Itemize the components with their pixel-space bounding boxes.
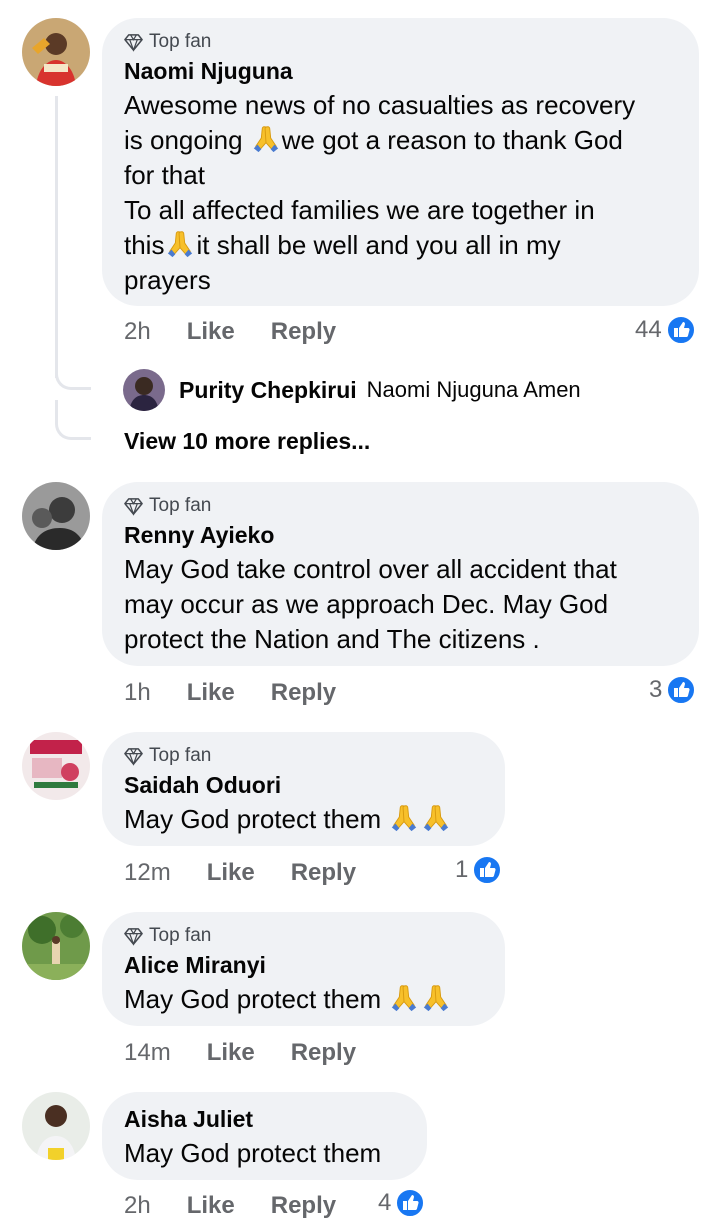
like-thumb-icon bbox=[472, 855, 502, 885]
comment-time[interactable]: 2h bbox=[124, 318, 151, 346]
badge-label: Top fan bbox=[149, 31, 212, 52]
avatar[interactable] bbox=[22, 1092, 90, 1160]
like-button[interactable]: Like bbox=[187, 1192, 235, 1220]
diamond-icon bbox=[124, 747, 143, 766]
reply-button[interactable]: Reply bbox=[271, 679, 336, 707]
folded-hands-emoji bbox=[420, 982, 452, 1012]
reply-button[interactable]: Reply bbox=[291, 1039, 356, 1067]
top-fan-badge: Top fan bbox=[124, 494, 677, 518]
diamond-icon bbox=[124, 497, 143, 516]
like-button[interactable]: Like bbox=[207, 859, 255, 887]
like-button[interactable]: Like bbox=[207, 1039, 255, 1067]
view-more-replies-link[interactable]: View 10 more replies... bbox=[124, 428, 370, 455]
comment-text-line: is ongoing bbox=[124, 125, 250, 155]
comment-text: May God protect them bbox=[124, 982, 483, 1017]
diamond-icon bbox=[124, 33, 143, 52]
comment-bubble: Top fan Naomi Njuguna Awesome news of no… bbox=[102, 18, 699, 306]
comment-author[interactable]: Aisha Juliet bbox=[124, 1104, 405, 1134]
avatar[interactable] bbox=[22, 18, 90, 86]
top-fan-badge: Top fan bbox=[124, 924, 483, 948]
comment-text: May God protect them bbox=[124, 802, 483, 837]
top-fan-badge: Top fan bbox=[124, 744, 483, 768]
avatar[interactable] bbox=[123, 369, 165, 411]
reaction-count[interactable]: 1 bbox=[455, 854, 502, 886]
comment-time[interactable]: 12m bbox=[124, 859, 171, 887]
thread-connector bbox=[55, 400, 91, 440]
reaction-number: 3 bbox=[649, 676, 663, 703]
avatar[interactable] bbox=[22, 732, 90, 800]
comment-author[interactable]: Alice Miranyi bbox=[124, 950, 483, 980]
comment-text: Awesome news of no casualties as recover… bbox=[124, 88, 677, 298]
like-thumb-icon bbox=[395, 1188, 425, 1218]
comment-author[interactable]: Naomi Njuguna bbox=[124, 56, 677, 86]
badge-label: Top fan bbox=[149, 925, 212, 946]
reaction-count[interactable]: 44 bbox=[635, 314, 696, 346]
folded-hands-emoji bbox=[420, 802, 452, 832]
reaction-count[interactable]: 4 bbox=[378, 1187, 425, 1219]
reply-button[interactable]: Reply bbox=[271, 1192, 336, 1220]
diamond-icon bbox=[124, 927, 143, 946]
folded-hands-emoji bbox=[164, 228, 196, 258]
comment-actions: 14m Like Reply bbox=[124, 1037, 356, 1069]
comment-text-line: it shall be well and you all in my bbox=[196, 230, 561, 260]
comment-bubble: Top fan Saidah Oduori May God protect th… bbox=[102, 732, 505, 846]
comment-text-line: we got a reason to thank God bbox=[281, 125, 623, 155]
comment-time[interactable]: 2h bbox=[124, 1192, 151, 1220]
folded-hands-emoji bbox=[250, 123, 282, 153]
comment-author[interactable]: Saidah Oduori bbox=[124, 770, 483, 800]
folded-hands-emoji bbox=[388, 982, 420, 1012]
comment-text-line: May God protect them bbox=[124, 984, 389, 1014]
reaction-count[interactable]: 3 bbox=[649, 674, 696, 706]
folded-hands-emoji bbox=[388, 802, 420, 832]
reply-author[interactable]: Purity Chepkirui bbox=[179, 377, 357, 404]
comment-text: May God take control over all accident t… bbox=[124, 554, 617, 654]
like-button[interactable]: Like bbox=[187, 318, 235, 346]
like-button[interactable]: Like bbox=[187, 679, 235, 707]
like-thumb-icon bbox=[666, 315, 696, 345]
comment-text-line: Awesome news of no casualties as recover… bbox=[124, 90, 636, 120]
comment-bubble: Aisha Juliet May God protect them bbox=[102, 1092, 427, 1180]
comment-actions: 2h Like Reply bbox=[124, 1190, 336, 1222]
comment-time[interactable]: 1h bbox=[124, 679, 151, 707]
reply-preview[interactable]: Purity Chepkirui Naomi Njuguna Amen bbox=[123, 369, 581, 411]
reaction-number: 4 bbox=[378, 1189, 392, 1216]
badge-label: Top fan bbox=[149, 745, 212, 766]
comment-time[interactable]: 14m bbox=[124, 1039, 171, 1067]
badge-label: Top fan bbox=[149, 495, 212, 516]
reply-button[interactable]: Reply bbox=[271, 318, 336, 346]
comment-actions: 2h Like Reply bbox=[124, 316, 336, 348]
comment-text-line: this bbox=[124, 230, 165, 260]
comment-bubble: Top fan Alice Miranyi May God protect th… bbox=[102, 912, 505, 1026]
reaction-number: 1 bbox=[455, 856, 469, 883]
comment-text-line: To all affected families we are together… bbox=[124, 195, 595, 225]
avatar[interactable] bbox=[22, 482, 90, 550]
comment-text: May God protect them bbox=[124, 1138, 382, 1168]
reply-button[interactable]: Reply bbox=[291, 859, 356, 887]
comment-author[interactable]: Renny Ayieko bbox=[124, 520, 677, 550]
reply-text: Naomi Njuguna Amen bbox=[366, 377, 581, 402]
thread-connector bbox=[55, 350, 91, 390]
top-fan-badge: Top fan bbox=[124, 30, 677, 54]
thread-line bbox=[55, 96, 58, 378]
avatar[interactable] bbox=[22, 912, 90, 980]
comment-bubble: Top fan Renny Ayieko May God take contro… bbox=[102, 482, 699, 666]
comment-text-line: prayers bbox=[124, 265, 211, 295]
comment-text-line: May God protect them bbox=[124, 804, 389, 834]
like-thumb-icon bbox=[666, 675, 696, 705]
comment-actions: 1h Like Reply bbox=[124, 677, 336, 709]
comment-actions: 12m Like Reply bbox=[124, 857, 356, 889]
reaction-number: 44 bbox=[635, 316, 662, 343]
comment-text-line: for that bbox=[124, 160, 205, 190]
